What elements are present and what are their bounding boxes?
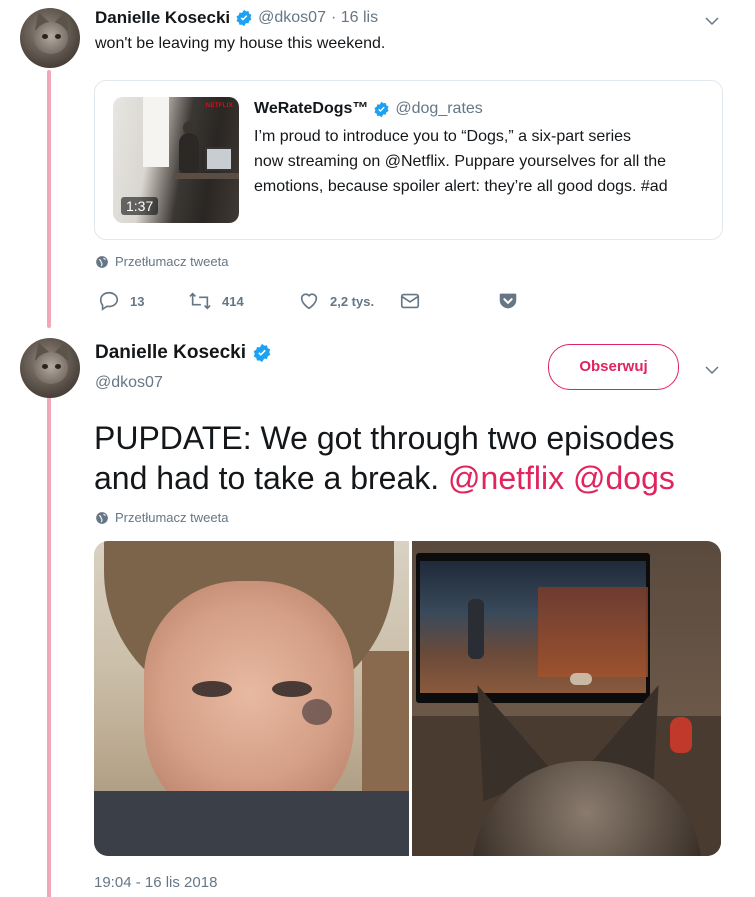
tweet-text: PUPDATE: We got through two episodes and… bbox=[94, 418, 734, 498]
quoted-text: I’m proud to introduce you to “Dogs,” a … bbox=[254, 124, 668, 199]
chevron-down-icon[interactable] bbox=[703, 361, 721, 379]
avatar[interactable] bbox=[20, 338, 80, 398]
globe-icon bbox=[96, 511, 108, 524]
retweet-count: 414 bbox=[222, 293, 244, 309]
tweet-text-line: PUPDATE: We got through two episodes bbox=[94, 420, 675, 456]
quoted-handle: @dog_rates bbox=[395, 100, 483, 117]
translate-link[interactable]: Przetłumacz tweeta bbox=[95, 510, 228, 525]
pocket-icon[interactable] bbox=[497, 290, 519, 312]
translate-label: Przetłumacz tweeta bbox=[115, 254, 229, 269]
heart-icon bbox=[300, 293, 318, 310]
author-handle[interactable]: @dkos07 bbox=[95, 374, 163, 392]
verified-icon bbox=[374, 101, 389, 117]
verified-icon bbox=[253, 343, 271, 363]
thread-connector bbox=[47, 70, 51, 328]
reply-button[interactable]: 13 bbox=[98, 290, 144, 312]
thread-connector-lower bbox=[47, 396, 51, 897]
avatar[interactable] bbox=[20, 8, 80, 68]
tweet-text-span: and had to take a break. bbox=[94, 460, 449, 496]
message-icon[interactable] bbox=[399, 290, 421, 312]
translate-link[interactable]: Przetłumacz tweeta bbox=[95, 254, 228, 269]
netflix-logo: NETFLIX bbox=[205, 103, 233, 109]
verified-icon bbox=[236, 9, 252, 27]
mention-link[interactable]: @dogs bbox=[573, 460, 675, 496]
globe-icon bbox=[96, 255, 108, 268]
quoted-text-line: now streaming on @Netflix. Puppare yours… bbox=[254, 153, 666, 170]
tweet-header: Danielle Kosecki @dkos07 · 16 lis bbox=[95, 8, 378, 28]
quoted-tweet-card[interactable]: NETFLIX 1:37 WeRateDogs™ @dog_rates I’m … bbox=[94, 80, 723, 240]
video-duration: 1:37 bbox=[121, 197, 159, 215]
quoted-text-line: emotions, because spoiler alert: they’re… bbox=[254, 178, 668, 195]
quoted-author-name: WeRateDogs™ bbox=[254, 100, 369, 117]
tweet-photo[interactable] bbox=[412, 541, 721, 856]
like-count: 2,2 tys. bbox=[330, 293, 375, 309]
video-thumbnail[interactable]: NETFLIX 1:37 bbox=[113, 97, 239, 223]
tweet-header: Danielle Kosecki bbox=[95, 342, 272, 364]
follow-button[interactable]: Obserwuj bbox=[548, 344, 679, 390]
reply-count: 13 bbox=[130, 293, 145, 309]
retweet-icon bbox=[189, 292, 211, 310]
reply-icon bbox=[99, 291, 119, 311]
translate-label: Przetłumacz tweeta bbox=[115, 510, 229, 525]
tweet-photo[interactable] bbox=[94, 541, 409, 856]
author-name[interactable]: Danielle Kosecki bbox=[95, 342, 246, 364]
tweet-actions: 13 414 2,2 tys. bbox=[96, 290, 736, 314]
tweet-text-line: and had to take a break. @netflix @dogs bbox=[94, 458, 734, 498]
mention-link[interactable]: @netflix bbox=[448, 460, 564, 496]
tweet-text: won't be leaving my house this weekend. bbox=[95, 35, 386, 52]
author-name[interactable]: Danielle Kosecki bbox=[95, 8, 230, 28]
tweet-timestamp[interactable]: 19:04 - 16 lis 2018 bbox=[94, 874, 217, 891]
like-button[interactable]: 2,2 tys. bbox=[298, 290, 374, 312]
quoted-text-line: I’m proud to introduce you to “Dogs,” a … bbox=[254, 128, 632, 145]
retweet-button[interactable]: 414 bbox=[188, 290, 244, 312]
tweet-time[interactable]: · 16 lis bbox=[331, 9, 378, 27]
author-handle[interactable]: @dkos07 bbox=[258, 9, 326, 27]
chevron-down-icon[interactable] bbox=[703, 12, 721, 30]
